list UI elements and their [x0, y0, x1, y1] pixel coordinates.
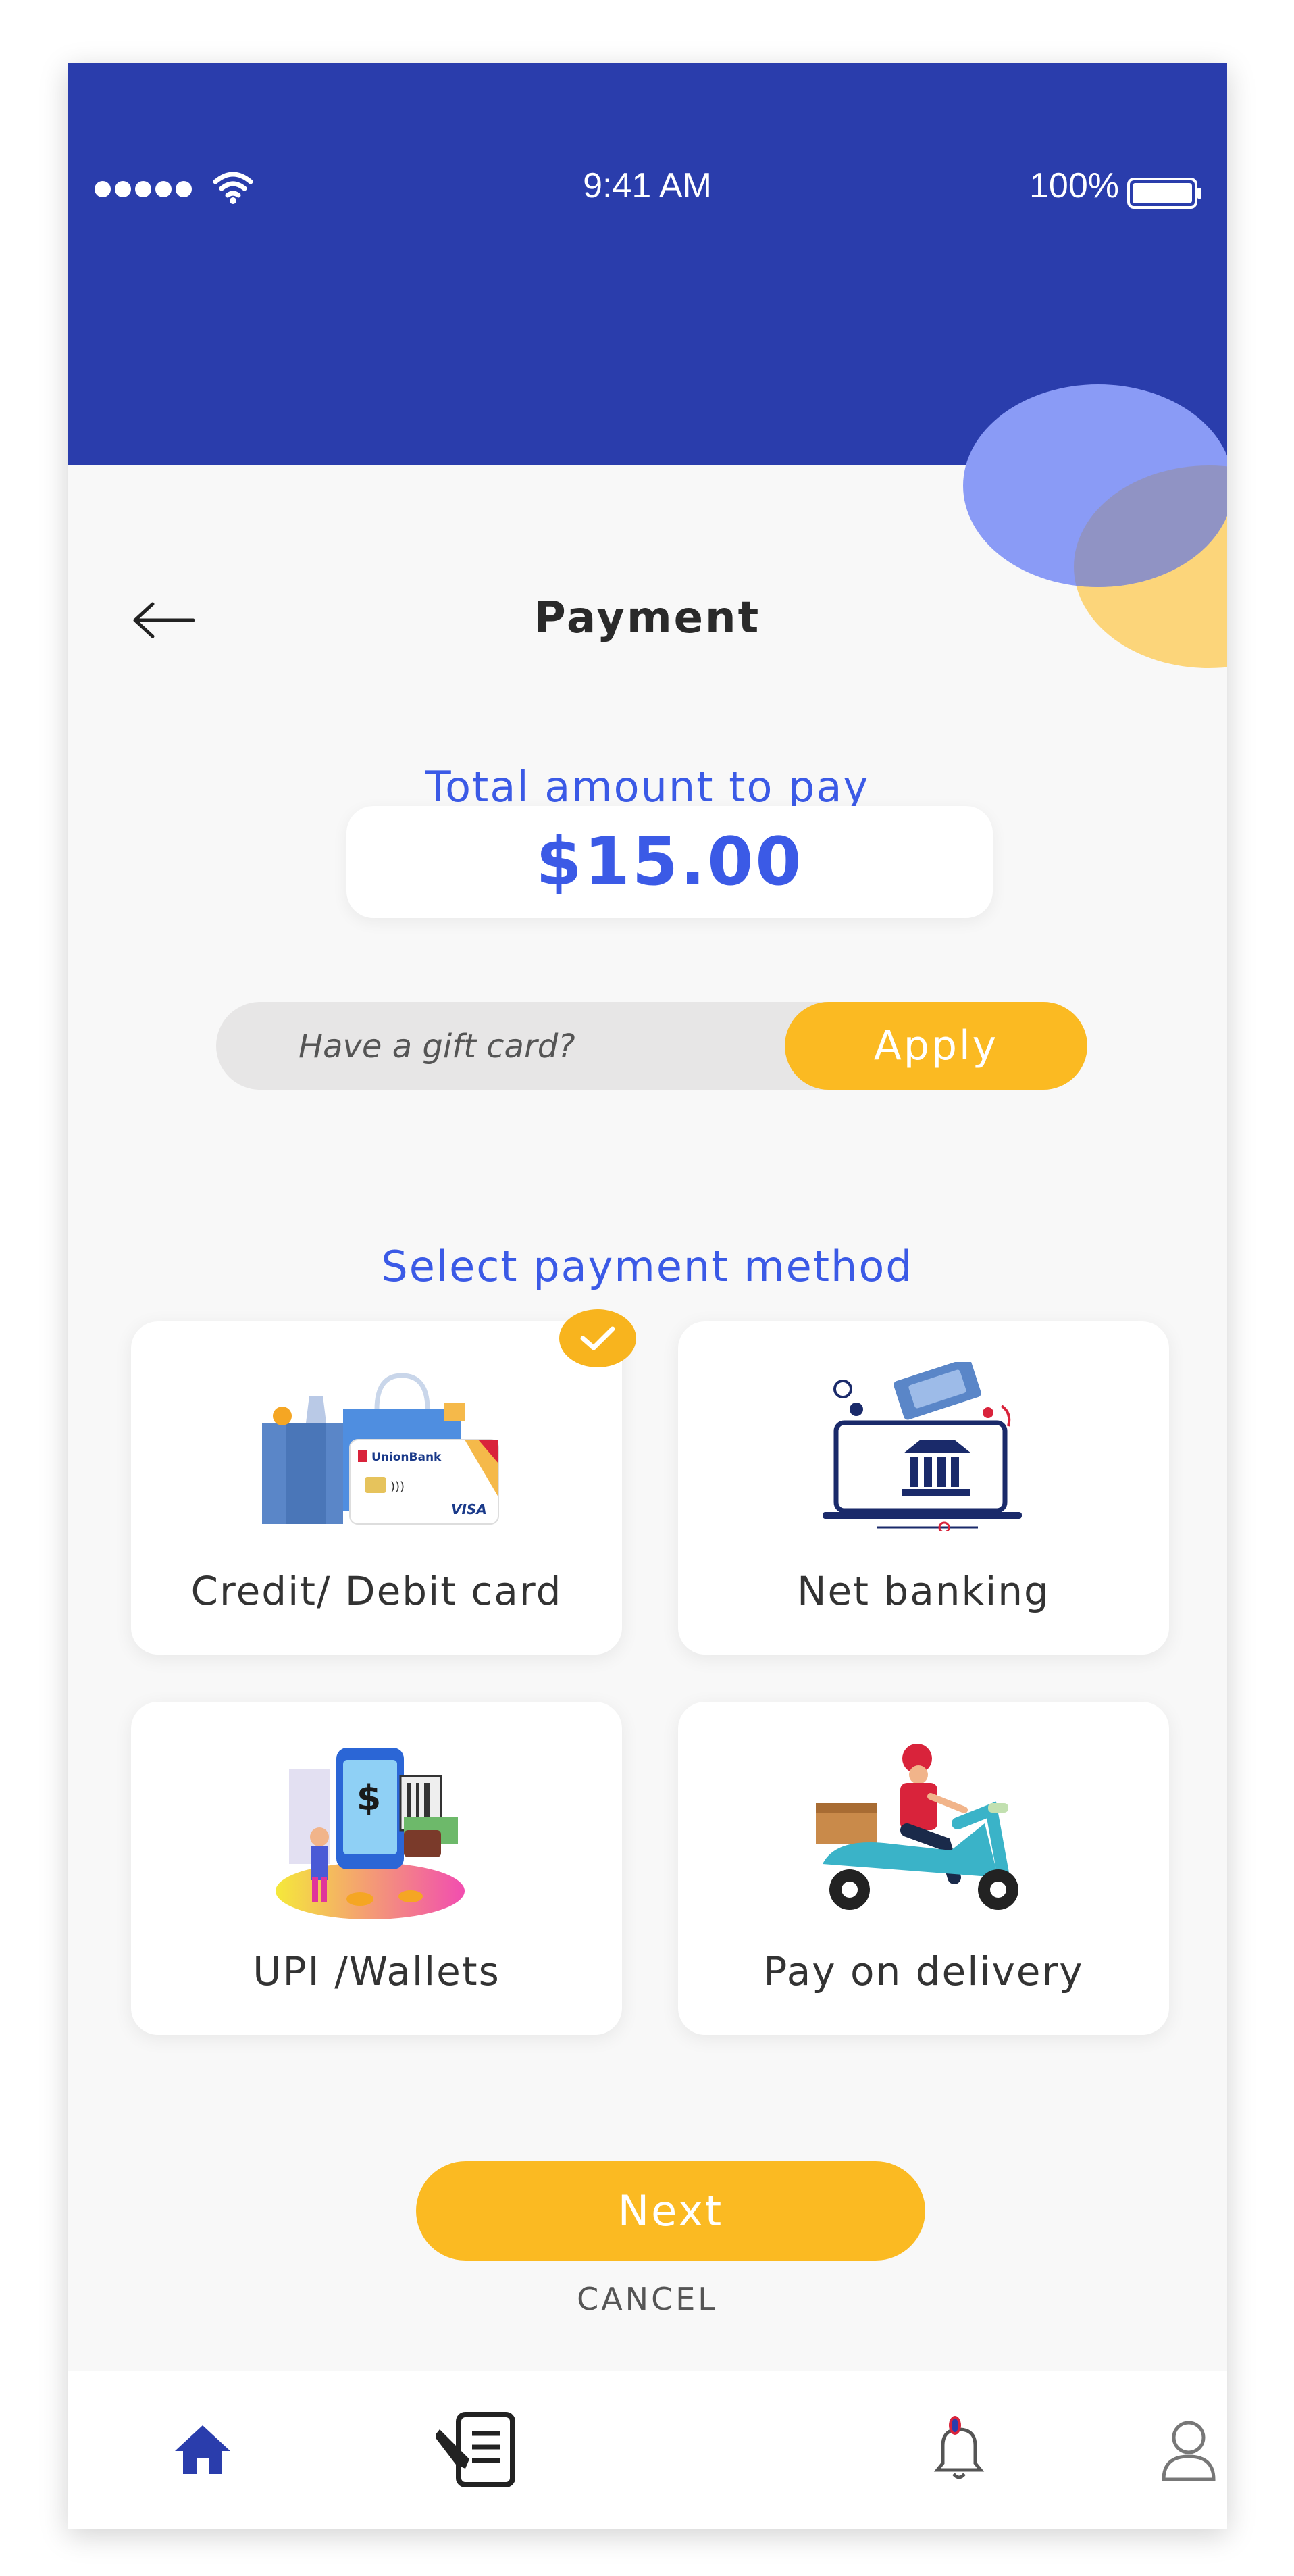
- selected-check-icon: [559, 1309, 636, 1367]
- credit-card-illustration-icon: UnionBank ))) VISA: [261, 1373, 499, 1525]
- notification-bell-icon: [933, 2416, 985, 2479]
- tab-profile[interactable]: [1121, 2371, 1227, 2529]
- apply-button[interactable]: Apply: [785, 1002, 1087, 1090]
- card-network-text: VISA: [451, 1501, 487, 1517]
- svg-text:$: $: [357, 1778, 381, 1819]
- upi-wallet-illustration-icon: $: [275, 1748, 465, 1919]
- net-banking-illustration-icon: [822, 1362, 1022, 1531]
- cancel-button[interactable]: CANCEL: [68, 2281, 1227, 2317]
- payment-option-upi-wallets[interactable]: $ UPI /Wallets: [131, 1702, 622, 2035]
- svg-text:))): ))): [390, 1480, 405, 1494]
- orders-edit-icon: [436, 2412, 515, 2487]
- payment-option-pay-on-delivery[interactable]: Pay on delivery: [678, 1702, 1169, 2035]
- payment-option-label: UPI /Wallets: [253, 1948, 500, 1994]
- page-title: Payment: [534, 593, 761, 643]
- battery-percentage: 100%: [1029, 166, 1119, 205]
- total-amount-label: Total amount to pay: [425, 762, 870, 811]
- tab-orders[interactable]: [412, 2371, 547, 2529]
- battery-icon: [1127, 178, 1201, 209]
- delivery-scooter-illustration-icon: [815, 1744, 1018, 1910]
- tab-notifications[interactable]: [891, 2371, 1027, 2529]
- next-button[interactable]: Next: [416, 2161, 925, 2261]
- gift-card-field: Apply: [216, 1002, 1087, 1091]
- payment-option-net-banking[interactable]: Net banking: [678, 1321, 1169, 1655]
- payment-option-label: Pay on delivery: [763, 1948, 1084, 1994]
- gift-card-input[interactable]: [297, 1002, 705, 1091]
- amount-value: $15.00: [536, 824, 804, 901]
- payment-option-label: Credit/ Debit card: [190, 1568, 563, 1614]
- tab-home[interactable]: [135, 2371, 270, 2529]
- decorative-blob-overlap: [963, 384, 1227, 587]
- home-icon: [175, 2425, 230, 2474]
- profile-icon: [1162, 2421, 1216, 2481]
- app-screen: 9:41 AM 100% Payment Total amount to pay…: [68, 63, 1227, 2529]
- bottom-tab-bar: [68, 2371, 1227, 2529]
- amount-display: $15.00: [346, 806, 993, 918]
- payment-option-label: Net banking: [797, 1568, 1050, 1614]
- card-brand-text: UnionBank: [371, 1450, 442, 1464]
- select-payment-label: Select payment method: [381, 1242, 914, 1291]
- payment-option-credit-debit[interactable]: UnionBank ))) VISA Credit/ Debit card: [131, 1321, 622, 1655]
